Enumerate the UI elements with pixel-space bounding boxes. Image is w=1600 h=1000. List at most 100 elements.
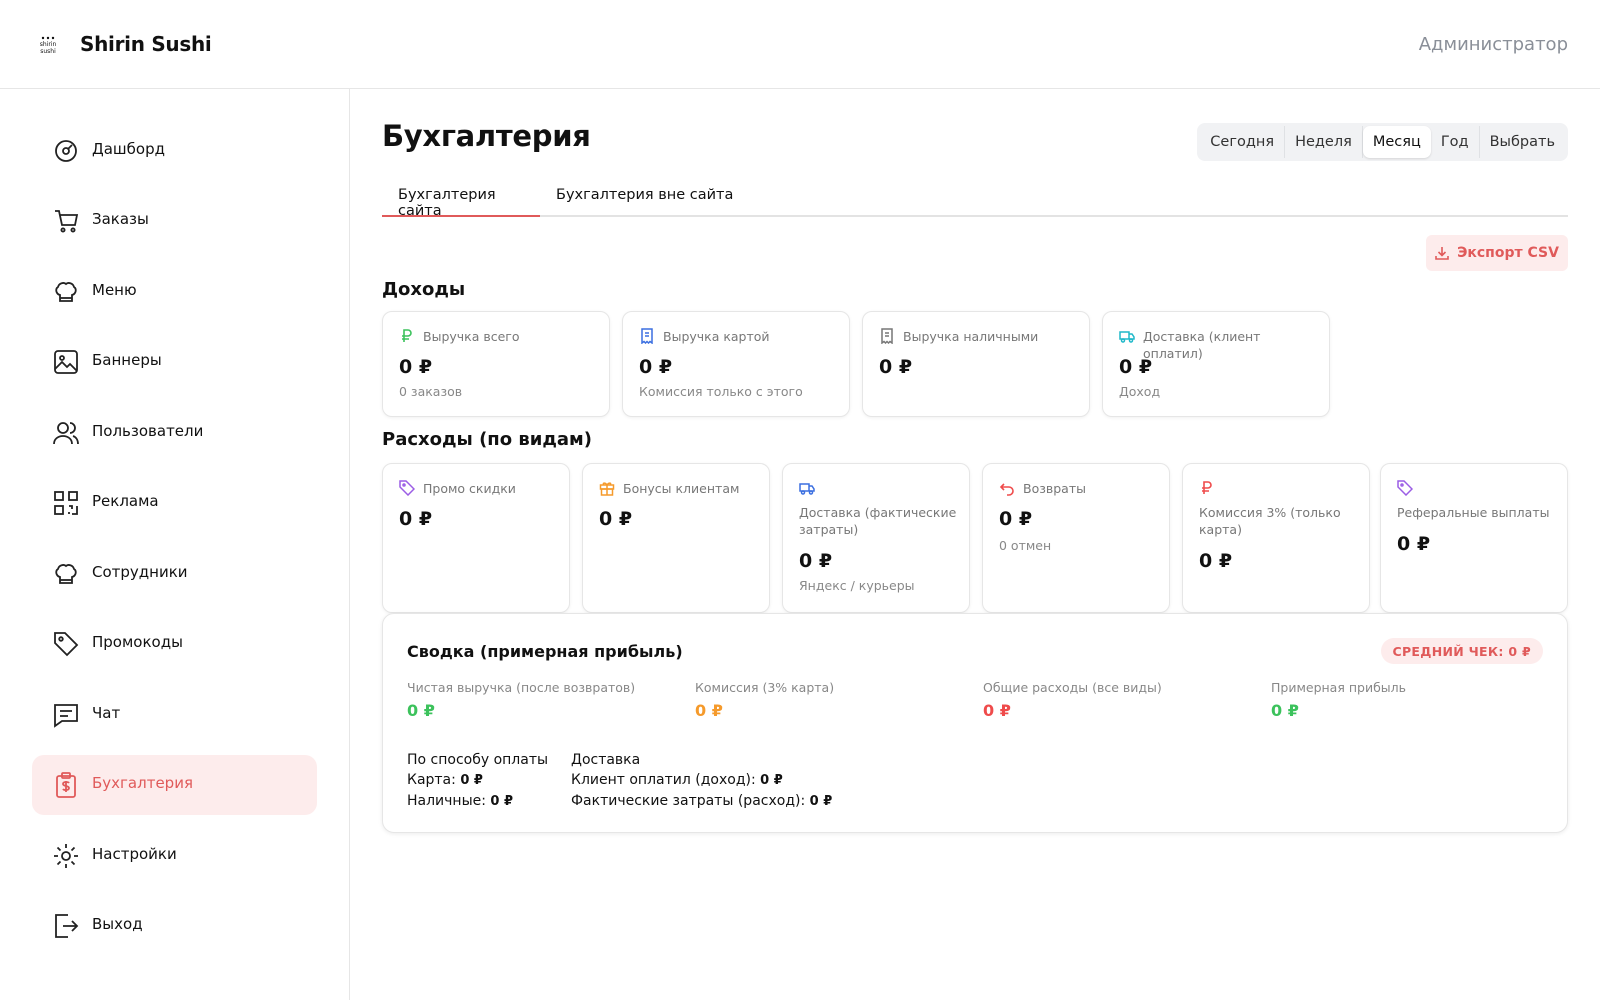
- dashboard-icon: [55, 140, 77, 162]
- metric-total-expenses: Общие расходы (все виды) 0 ₽: [983, 680, 1253, 720]
- card-value: 0 ₽: [399, 356, 433, 378]
- card-label: Комиссия 3% (только карта): [1199, 505, 1341, 537]
- card-label: Доставка (фактические затраты): [799, 505, 957, 537]
- metric-label: Общие расходы (все виды): [983, 680, 1162, 695]
- card-value: 0 ₽: [1119, 356, 1153, 378]
- tab-site-accounting[interactable]: Бухгалтерия сайта: [382, 187, 540, 219]
- card-sub: Комиссия только с этого: [639, 384, 803, 399]
- card-sub: Яндекс / курьеры: [799, 578, 915, 593]
- period-week[interactable]: Неделя: [1285, 126, 1363, 158]
- top-bar: shirin sushi Shirin Sushi Администратор: [0, 0, 1600, 89]
- income-card-card: Выручка картой 0 ₽ Комиссия только с это…: [622, 311, 850, 417]
- chat-icon: [54, 704, 78, 728]
- chef-hat-icon: [55, 564, 77, 584]
- tag-icon: [1397, 480, 1413, 496]
- period-custom[interactable]: Выбрать: [1480, 126, 1565, 158]
- card-sub: 0 заказов: [399, 384, 463, 399]
- metric-label: Примерная прибыль: [1271, 680, 1407, 695]
- sidebar-item-banners[interactable]: Баннеры: [32, 332, 317, 392]
- metric-profit: Примерная прибыль 0 ₽: [1271, 680, 1541, 720]
- payment-card-row: Карта: 0 ₽: [407, 772, 483, 788]
- receipt-icon: [881, 328, 893, 344]
- card-label: Доставка (клиент оплатил): [1143, 329, 1261, 361]
- user-role[interactable]: Администратор: [1419, 34, 1568, 55]
- card-label: Промо скидки: [423, 481, 516, 496]
- sidebar-item-label: Пользователи: [92, 422, 204, 440]
- sidebar-item-staff[interactable]: Сотрудники: [32, 544, 317, 604]
- payment-title: По способу оплаты: [407, 752, 549, 768]
- delivery-client-row: Клиент оплатил (доход): 0 ₽: [571, 772, 783, 788]
- card-label: Выручка всего: [423, 329, 520, 344]
- summary-title: Сводка (примерная прибыль): [407, 642, 683, 661]
- image-icon: [54, 350, 78, 374]
- period-month[interactable]: Месяц: [1362, 126, 1431, 158]
- income-section-title: Доходы: [382, 279, 466, 300]
- delivery-breakdown: Доставка Клиент оплатил (доход): 0 ₽ Фак…: [571, 750, 832, 812]
- cart-icon: [55, 210, 79, 233]
- metric-label: Комиссия (3% карта): [695, 680, 835, 695]
- card-value: 0 ₽: [1397, 533, 1431, 555]
- tag-icon: [54, 632, 79, 657]
- period-today[interactable]: Сегодня: [1200, 126, 1286, 158]
- expense-card-promo: Промо скидки 0 ₽: [382, 463, 570, 613]
- shirin-sushi-logo[interactable]: shirin sushi: [38, 35, 58, 55]
- income-card-total: Выручка всего 0 ₽ 0 заказов: [382, 311, 610, 417]
- expense-card-bonuses: Бонусы клиентам 0 ₽: [582, 463, 770, 613]
- metric-value: 0 ₽: [983, 701, 1011, 720]
- tag-icon: [399, 480, 415, 496]
- card-value: 0 ₽: [879, 356, 913, 378]
- payment-breakdown: По способу оплаты Карта: 0 ₽ Наличные: 0…: [407, 750, 548, 812]
- card-value: 0 ₽: [639, 356, 673, 378]
- logout-icon: [55, 914, 79, 938]
- sidebar-item-label: Чат: [92, 704, 121, 722]
- summary-panel: Сводка (примерная прибыль) СРЕДНИЙ ЧЕК: …: [382, 613, 1568, 833]
- svg-text:sushi: sushi: [40, 48, 56, 55]
- sidebar-item-orders[interactable]: Заказы: [32, 191, 317, 251]
- sidebar-item-settings[interactable]: Настройки: [32, 826, 317, 886]
- sidebar-item-users[interactable]: Пользователи: [32, 403, 317, 463]
- expense-card-referral: Реферальные выплаты 0 ₽: [1380, 463, 1568, 613]
- metric-value: 0 ₽: [695, 701, 723, 720]
- card-sub: 0 отмен: [999, 538, 1052, 553]
- export-csv-button[interactable]: Экспорт CSV: [1426, 235, 1568, 271]
- sidebar-item-label: Сотрудники: [92, 563, 188, 581]
- metric-label: Чистая выручка (после возвратов): [407, 680, 636, 695]
- income-card-delivery: Доставка (клиент оплатил) 0 ₽ Доход: [1102, 311, 1330, 417]
- sidebar-item-label: Бухгалтерия: [92, 774, 193, 792]
- delivery-title: Доставка: [571, 752, 641, 768]
- sidebar-item-dashboard[interactable]: Дашборд: [32, 121, 317, 181]
- brand-name[interactable]: Shirin Sushi: [80, 32, 212, 56]
- sidebar-item-logout[interactable]: Выход: [32, 896, 317, 956]
- payment-cash-row: Наличные: 0 ₽: [407, 793, 514, 809]
- metric-net-revenue: Чистая выручка (после возвратов) 0 ₽: [407, 680, 677, 720]
- card-value: 0 ₽: [1199, 550, 1233, 572]
- card-label: Возвраты: [1023, 481, 1086, 496]
- receipt-dollar-icon: [56, 772, 76, 798]
- avg-check-badge: СРЕДНИЙ ЧЕК: 0 ₽: [1380, 638, 1543, 664]
- sidebar-item-promocodes[interactable]: Промокоды: [32, 614, 317, 674]
- chef-hat-icon: [55, 282, 77, 302]
- export-label: Экспорт CSV: [1457, 245, 1559, 261]
- card-value: 0 ₽: [999, 508, 1033, 530]
- undo-icon: [999, 483, 1014, 496]
- sidebar-item-label: Промокоды: [92, 633, 183, 651]
- sidebar-item-label: Реклама: [92, 492, 159, 510]
- delivery-actual-row: Фактические затраты (расход): 0 ₽: [571, 793, 833, 809]
- tab-offsite-accounting[interactable]: Бухгалтерия вне сайта: [556, 187, 733, 217]
- card-value: 0 ₽: [799, 550, 833, 572]
- sidebar-item-label: Выход: [92, 915, 143, 933]
- gift-icon: [599, 482, 615, 496]
- sidebar-item-accounting[interactable]: Бухгалтерия: [32, 755, 317, 815]
- truck-icon: [1119, 331, 1135, 343]
- ruble-icon: [1202, 481, 1212, 494]
- svg-text:shirin: shirin: [40, 41, 57, 48]
- card-label: Бонусы клиентам: [623, 481, 740, 496]
- sidebar-item-label: Дашборд: [92, 140, 165, 158]
- sidebar-item-ads[interactable]: Реклама: [32, 473, 317, 533]
- sidebar-item-chat[interactable]: Чат: [32, 685, 317, 745]
- expenses-section-title: Расходы (по видам): [382, 429, 592, 450]
- sidebar-item-menu[interactable]: Меню: [32, 262, 317, 322]
- expense-card-commission: Комиссия 3% (только карта) 0 ₽: [1182, 463, 1370, 613]
- period-year[interactable]: Год: [1431, 126, 1480, 158]
- metric-value: 0 ₽: [1271, 701, 1299, 720]
